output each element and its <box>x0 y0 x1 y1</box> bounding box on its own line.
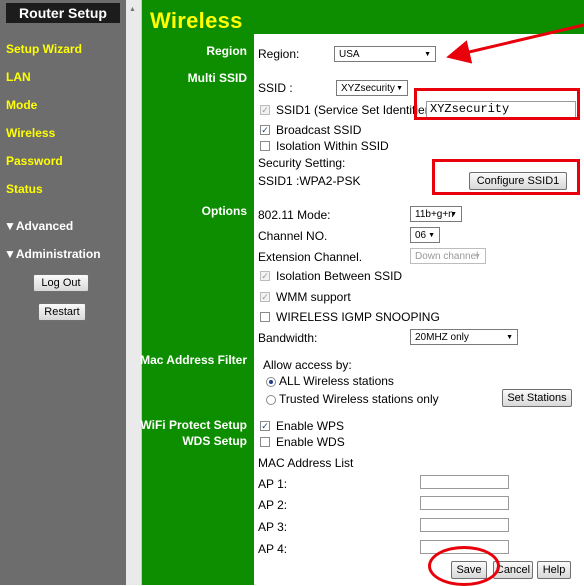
annotation-arrow-icon <box>446 23 584 64</box>
annotation-box-configure <box>432 159 580 195</box>
annotation-box-ssid <box>414 88 580 120</box>
annotation-circle-save <box>428 546 500 586</box>
